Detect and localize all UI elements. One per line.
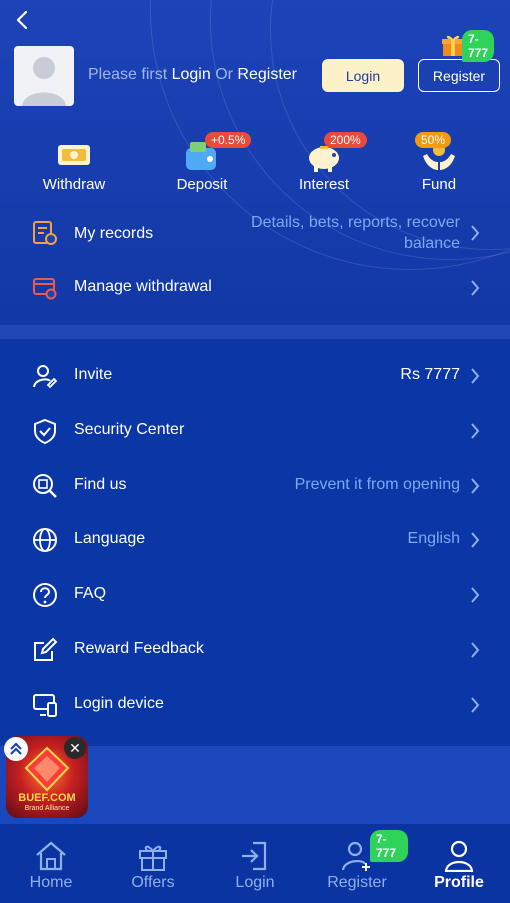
edit-icon: [34, 637, 58, 661]
promo-expand-button[interactable]: [4, 737, 28, 761]
tab-offers-label: Offers: [131, 874, 175, 891]
find-us-value: Prevent it from opening: [294, 476, 460, 493]
question-icon: [33, 583, 57, 607]
chevron-right-icon: [471, 642, 480, 658]
reward-feedback-row[interactable]: Reward Feedback: [0, 625, 510, 675]
security-center-label: Security Center: [74, 421, 185, 438]
interest-label: Interest: [298, 176, 350, 193]
records-icon: [33, 221, 57, 245]
deposit-action[interactable]: +0.5% Deposit: [147, 132, 257, 193]
login-icon: [242, 841, 267, 871]
ticket-icon: [58, 145, 90, 165]
login-prompt-or: Or: [210, 66, 238, 83]
faq-label: FAQ: [74, 585, 107, 602]
deposit-tag: +0.5%: [205, 132, 252, 148]
gift-icon: [139, 845, 167, 871]
chevron-right-icon: [471, 368, 480, 384]
search-doc-icon: [33, 474, 57, 498]
invite-row[interactable]: Invite Rs 7777: [0, 351, 510, 401]
my-records-row[interactable]: My records Details, bets, reports, recov…: [0, 208, 510, 258]
withdraw-action[interactable]: Withdraw: [19, 132, 129, 193]
login-button[interactable]: Login: [322, 59, 404, 92]
tab-register[interactable]: 7-777 Register: [306, 824, 408, 903]
promo-sub-text: Brand Alliance: [24, 805, 70, 812]
globe-icon: [33, 528, 57, 552]
close-icon: ✕: [69, 740, 81, 756]
tab-profile[interactable]: Profile: [408, 824, 510, 903]
chevron-right-icon: [471, 280, 480, 296]
fund-tag: 50%: [415, 132, 452, 148]
back-arrow-icon[interactable]: [12, 8, 34, 32]
login-prompt-prefix: Please first: [88, 66, 172, 83]
language-row[interactable]: Language English: [0, 515, 510, 565]
login-prompt: Please first Login Or Register: [88, 66, 297, 84]
devices-icon: [33, 694, 57, 717]
tab-home[interactable]: Home: [0, 824, 102, 903]
promo-close-button[interactable]: ✕: [64, 737, 86, 759]
home-icon: [36, 841, 66, 871]
login-prompt-register-link[interactable]: Register: [237, 66, 297, 83]
faq-row[interactable]: FAQ: [0, 570, 510, 620]
tab-login[interactable]: Login: [204, 824, 306, 903]
tab-login-label: Login: [235, 874, 275, 891]
section-divider: [0, 325, 510, 339]
tab-register-badge: 7-777: [370, 830, 408, 862]
card-settings-icon: [33, 278, 57, 300]
chevron-right-icon: [471, 697, 480, 713]
manage-withdrawal-label: Manage withdrawal: [74, 278, 212, 295]
interest-action[interactable]: 200% Interest: [269, 132, 379, 193]
login-prompt-login-link[interactable]: Login: [172, 66, 211, 83]
manage-withdrawal-row[interactable]: Manage withdrawal: [0, 263, 510, 313]
double-chevron-up-icon: [5, 738, 27, 760]
my-records-label: My records: [74, 225, 154, 242]
tab-register-label: Register: [327, 874, 387, 891]
interest-tag: 200%: [324, 132, 367, 148]
chevron-right-icon: [471, 532, 480, 548]
find-us-label: Find us: [74, 476, 127, 493]
my-records-value: Details, bets, reports, recover balance: [251, 214, 460, 253]
login-device-row[interactable]: Login device: [0, 680, 510, 730]
fund-label: Fund: [421, 176, 457, 193]
language-value: English: [407, 530, 460, 547]
find-us-row[interactable]: Find us Prevent it from opening: [0, 461, 510, 511]
tab-offers[interactable]: Offers: [102, 824, 204, 903]
tab-home-label: Home: [29, 874, 73, 891]
chevron-right-icon: [471, 587, 480, 603]
invite-label: Invite: [74, 366, 113, 383]
security-center-row[interactable]: Security Center: [0, 406, 510, 456]
avatar[interactable]: [14, 46, 74, 106]
chevron-right-icon: [471, 423, 480, 439]
register-button[interactable]: Register: [418, 59, 500, 92]
promo-brand-text: BUEF.COM: [18, 792, 76, 804]
login-device-label: Login device: [74, 695, 164, 712]
invite-user-icon: [33, 365, 58, 389]
bottom-tab-bar: Home Offers Login 7-777 Register Profile: [0, 824, 510, 903]
chevron-right-icon: [471, 225, 480, 241]
chevron-right-icon: [471, 478, 480, 494]
invite-value: Rs 7777: [400, 366, 460, 383]
fund-action[interactable]: 50% Fund: [384, 132, 494, 193]
shield-check-icon: [34, 418, 56, 444]
gift-badge-text: 7-777: [462, 30, 495, 62]
my-records-value-line2: balance: [403, 235, 460, 252]
tab-profile-label: Profile: [434, 874, 484, 891]
language-label: Language: [74, 530, 146, 547]
withdraw-label: Withdraw: [42, 176, 106, 193]
profile-icon: [444, 840, 474, 872]
my-records-value-line1: Details, bets, reports, recover: [251, 214, 460, 231]
deposit-label: Deposit: [176, 176, 228, 193]
reward-feedback-label: Reward Feedback: [74, 640, 204, 657]
